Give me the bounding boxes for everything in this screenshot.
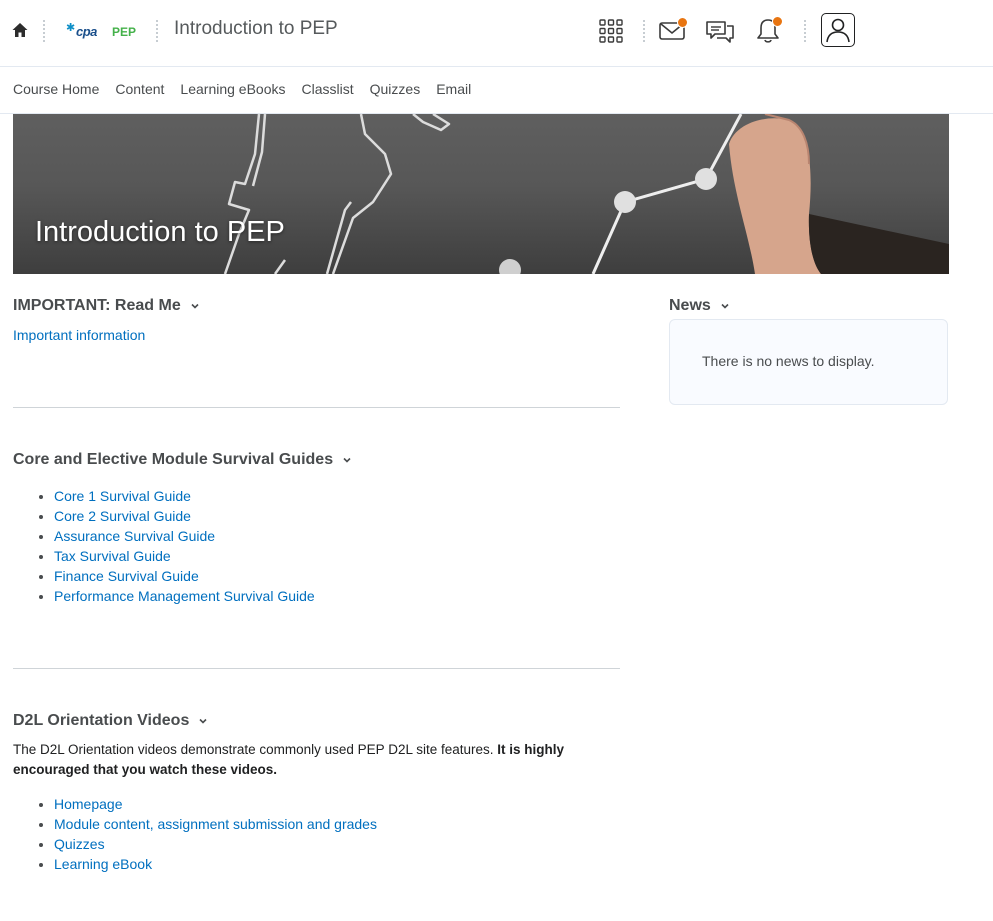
orientation-text: The D2L Orientation videos demonstrate c…: [13, 742, 498, 757]
user-menu-button[interactable]: [821, 13, 855, 47]
news-title-text: News: [669, 297, 711, 314]
section-divider: [13, 407, 620, 408]
list-item: Core 2 Survival Guide: [54, 506, 315, 526]
divider: [804, 20, 806, 42]
list-item: Homepage: [54, 794, 377, 814]
divider: [156, 20, 158, 42]
banner-image: [223, 114, 949, 274]
chat-icon[interactable]: [703, 14, 737, 48]
guides-title-text: Core and Elective Module Survival Guides: [13, 451, 334, 468]
logo-pep-text: PEP: [112, 25, 137, 39]
orientation-description: The D2L Orientation videos demonstrate c…: [13, 740, 613, 780]
list-item: Tax Survival Guide: [54, 546, 315, 566]
list-item: Quizzes: [54, 834, 377, 854]
important-widget-title: IMPORTANT: Read Me: [13, 297, 199, 315]
chevron-down-icon[interactable]: [721, 302, 729, 310]
video-link-homepage[interactable]: Homepage: [54, 796, 123, 812]
nav-item-email[interactable]: Email: [436, 81, 471, 97]
chevron-down-icon[interactable]: [191, 302, 199, 310]
message-alerts-button[interactable]: [655, 14, 689, 48]
important-information-link[interactable]: Important information: [13, 327, 145, 343]
orientation-title-text: D2L Orientation Videos: [13, 712, 190, 729]
guide-link-assurance[interactable]: Assurance Survival Guide: [54, 528, 215, 544]
chevron-down-icon[interactable]: [199, 717, 207, 725]
video-link-module-content[interactable]: Module content, assignment submission an…: [54, 816, 377, 832]
guides-list: Core 1 Survival Guide Core 2 Survival Gu…: [13, 486, 315, 606]
nav-links: Course Home Content Learning eBooks Clas…: [13, 81, 471, 97]
update-alerts-button[interactable]: [751, 14, 785, 48]
top-minibar: ✱ cpa PEP Introduction to PEP: [0, 0, 993, 67]
nav-item-learning-ebooks[interactable]: Learning eBooks: [180, 81, 285, 97]
logo-cpa-text: cpa: [76, 24, 97, 39]
guide-link-core1[interactable]: Core 1 Survival Guide: [54, 488, 191, 504]
divider: [43, 20, 45, 42]
list-item: Core 1 Survival Guide: [54, 486, 315, 506]
guide-link-tax[interactable]: Tax Survival Guide: [54, 548, 171, 564]
user-icon: [826, 18, 850, 43]
video-link-learning-ebook[interactable]: Learning eBook: [54, 856, 152, 872]
list-item: Learning eBook: [54, 854, 377, 874]
chevron-down-icon[interactable]: [343, 456, 351, 464]
guide-link-performance-management[interactable]: Performance Management Survival Guide: [54, 588, 315, 604]
section-divider: [13, 668, 620, 669]
guide-link-core2[interactable]: Core 2 Survival Guide: [54, 508, 191, 524]
banner-title: Introduction to PEP: [35, 216, 285, 248]
divider: [643, 20, 645, 42]
news-panel: There is no news to display.: [669, 319, 948, 405]
guide-link-finance[interactable]: Finance Survival Guide: [54, 568, 199, 584]
list-item: Module content, assignment submission an…: [54, 814, 377, 834]
orientation-list: Homepage Module content, assignment subm…: [13, 794, 377, 874]
nav-item-course-home[interactable]: Course Home: [13, 81, 99, 97]
video-link-quizzes[interactable]: Quizzes: [54, 836, 105, 852]
orientation-widget-title: D2L Orientation Videos: [13, 712, 207, 730]
nav-item-quizzes[interactable]: Quizzes: [370, 81, 421, 97]
important-title-text: IMPORTANT: Read Me: [13, 297, 181, 314]
list-item: Performance Management Survival Guide: [54, 586, 315, 606]
news-empty-message: There is no news to display.: [702, 353, 875, 369]
list-item: Assurance Survival Guide: [54, 526, 315, 546]
waffle-icon[interactable]: [594, 14, 628, 48]
home-icon[interactable]: [11, 21, 29, 39]
list-item: Finance Survival Guide: [54, 566, 315, 586]
mail-badge: [677, 17, 688, 28]
course-title[interactable]: Introduction to PEP: [174, 18, 338, 40]
course-banner: Introduction to PEP: [13, 114, 949, 274]
bell-badge: [772, 16, 783, 27]
nav-item-classlist[interactable]: Classlist: [302, 81, 354, 97]
guides-widget-title: Core and Elective Module Survival Guides: [13, 451, 351, 469]
nav-item-content[interactable]: Content: [115, 81, 164, 97]
news-widget-title: News: [669, 297, 729, 315]
course-navbar: Course Home Content Learning eBooks Clas…: [0, 67, 993, 114]
maple-star-icon: ✱: [66, 22, 76, 34]
